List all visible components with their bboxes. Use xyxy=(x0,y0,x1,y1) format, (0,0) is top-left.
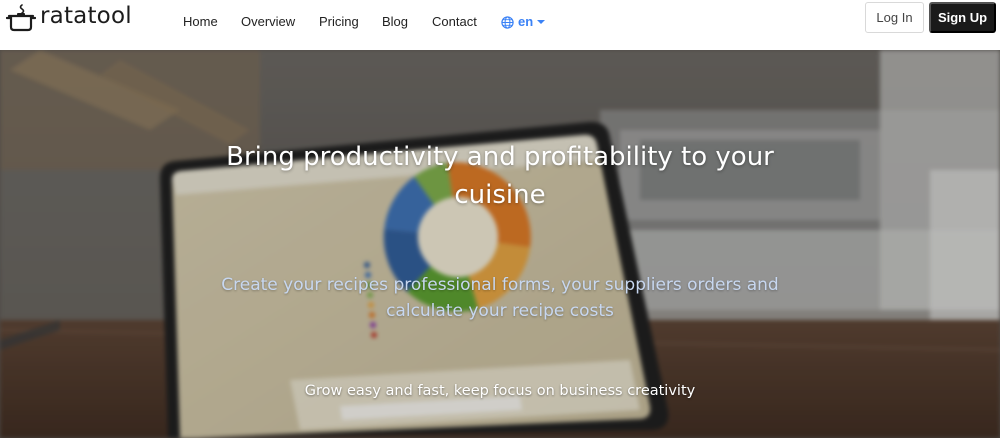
hero-section: Bring productivity and profitability to … xyxy=(0,50,1000,438)
nav-pricing[interactable]: Pricing xyxy=(319,14,359,30)
hero-title: Bring productivity and profitability to … xyxy=(226,142,774,210)
globe-icon xyxy=(501,15,514,29)
hero-tagline: Grow easy and fast, keep focus on busine… xyxy=(304,383,696,399)
login-button[interactable]: Log In xyxy=(865,2,924,33)
nav-blog[interactable]: Blog xyxy=(382,14,408,30)
brand-name: ratatool xyxy=(40,2,132,29)
cooking-pot-icon xyxy=(6,4,36,32)
language-selector[interactable]: en xyxy=(501,14,546,30)
language-label: en xyxy=(518,14,534,29)
caret-down-icon xyxy=(537,20,546,24)
signup-button[interactable]: Sign Up xyxy=(929,2,996,33)
brand-logo[interactable]: ratatool xyxy=(6,3,132,33)
nav-overview[interactable]: Overview xyxy=(241,14,295,30)
nav-home[interactable]: Home xyxy=(183,14,218,30)
hero-subtitle: Create your recipes professional forms, … xyxy=(221,275,779,321)
nav-contact[interactable]: Contact xyxy=(432,14,477,30)
hero-overlay xyxy=(0,50,1000,438)
navbar: ratatool Home Overview Pricing Blog Cont… xyxy=(0,0,1000,50)
